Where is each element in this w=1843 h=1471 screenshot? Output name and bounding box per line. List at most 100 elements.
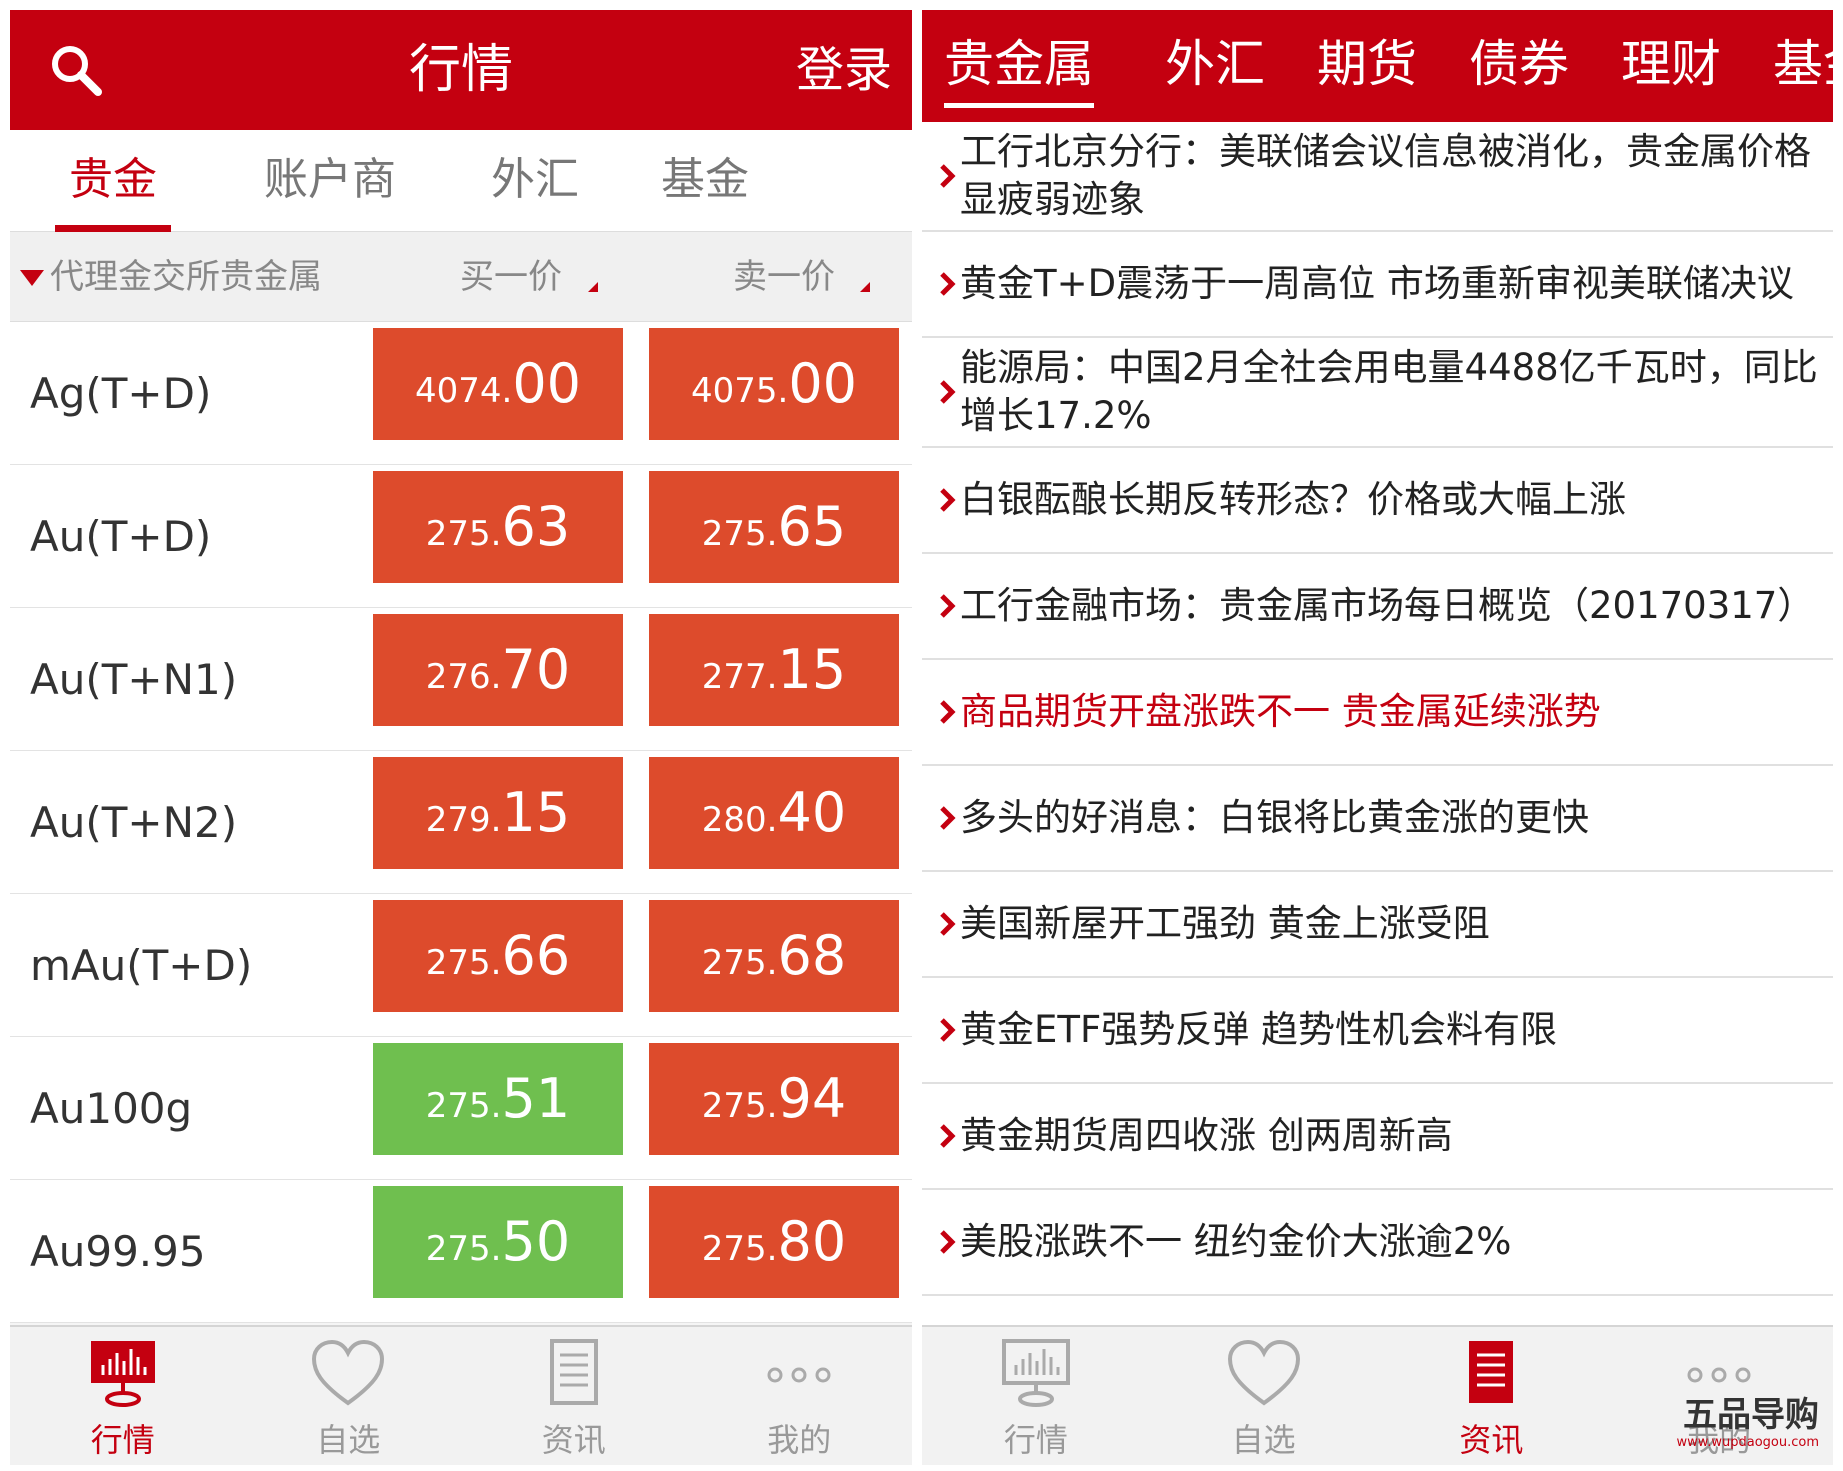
list-item[interactable]: 白银酝酿长期反转形态？价格或大幅上涨 [922, 448, 1833, 554]
buy-price[interactable]: 279.15 [373, 757, 623, 869]
tab-precious-metals[interactable]: 贵金属 [55, 130, 171, 305]
page-title: 行情 [408, 40, 513, 100]
buy-price[interactable]: 275.50 [373, 1186, 623, 1298]
quote-list: Ag(T+D) 4074.00 4075.00 Au(T+D) 275.63 2… [10, 322, 912, 1323]
sort-icon[interactable] [588, 282, 598, 292]
table-row[interactable]: Ag(T+D) 4074.00 4075.00 [10, 322, 912, 465]
chevron-right-icon [940, 488, 956, 512]
list-item[interactable]: 黄金T+D震荡于一周高位 市场重新审视美联储决议 [922, 232, 1833, 338]
news-title: 黄金期货周四收涨 创两周新高 [960, 1114, 1453, 1157]
list-item[interactable]: 商品期货开盘涨跌不一 贵金属延续涨势 [922, 660, 1833, 766]
sell-price[interactable]: 4075.00 [649, 328, 899, 440]
tabbar-market[interactable]: 行情 [922, 1327, 1150, 1465]
tabbar-market[interactable]: 行情 [10, 1327, 236, 1465]
tabbar-favorites[interactable]: 自选 [236, 1327, 462, 1465]
heart-icon [312, 1339, 385, 1406]
tabbar-label: 行情 [1003, 1421, 1068, 1459]
buy-price-header[interactable]: 买一价 [460, 232, 562, 322]
tabbar-favorites[interactable]: 自选 [1150, 1327, 1378, 1465]
login-button[interactable]: 登录 [796, 10, 892, 130]
table-row[interactable]: Au100g 275.51 275.94 [10, 1037, 912, 1180]
tab-bonds[interactable]: 债券 [1469, 10, 1569, 122]
instrument-name: Au100g [30, 1084, 193, 1133]
chevron-right-icon [940, 272, 956, 296]
chevron-right-icon [940, 806, 956, 830]
sell-price[interactable]: 275.65 [649, 471, 899, 583]
table-row[interactable]: Au(T+N2) 279.15 280.40 [10, 751, 912, 894]
news-title: 多头的好消息：白银将比黄金涨的更快 [960, 796, 1589, 839]
market-screen: 行情 登录 贵金属 账户商品 外汇 基金 代理金交所贵金属 买一价 卖一价 Ag… [10, 10, 912, 1465]
news-title: 美股涨跌不一 纽约金价大涨逾2% [960, 1220, 1512, 1263]
tab-forex[interactable]: 外汇 [1165, 10, 1265, 122]
tabbar-label: 自选 [1231, 1421, 1296, 1459]
tabbar-news[interactable]: 资讯 [1378, 1327, 1606, 1465]
tabbar-news[interactable]: 资讯 [461, 1327, 687, 1465]
table-row[interactable]: mAu(T+D) 275.66 275.68 [10, 894, 912, 1037]
list-item[interactable]: 能源局：中国2月全社会用电量4488亿千瓦时，同比增长17.2% [922, 338, 1833, 448]
watermark-text: 五品导购 [1683, 1395, 1819, 1435]
tab-fund[interactable]: 基金 [655, 130, 755, 232]
watermark-url: www.wupdaogou.com [1676, 1435, 1819, 1450]
heart-icon [1227, 1339, 1300, 1406]
chevron-right-icon [940, 380, 956, 404]
tab-wealth[interactable]: 理财 [1621, 10, 1721, 122]
sell-price[interactable]: 275.80 [649, 1186, 899, 1298]
tab-forex[interactable]: 外汇 [485, 130, 585, 232]
news-title: 商品期货开盘涨跌不一 贵金属延续涨势 [960, 690, 1601, 733]
chevron-right-icon [940, 1230, 956, 1254]
table-row[interactable]: Au99.95 275.50 275.80 [10, 1180, 912, 1323]
news-title: 工行金融市场：贵金属市场每日概览（20170317） [960, 584, 1815, 627]
list-item[interactable]: 美股涨跌不一 纽约金价大涨逾2% [922, 1190, 1833, 1296]
document-icon [549, 1339, 598, 1405]
news-title: 能源局：中国2月全社会用电量4488亿千瓦时，同比增长17.2% [960, 346, 1818, 437]
sell-price[interactable]: 280.40 [649, 757, 899, 869]
tabbar-label: 行情 [90, 1421, 155, 1459]
news-title: 工行北京分行：美联储会议信息被消化，贵金属价格显疲弱迹象 [960, 130, 1811, 221]
tabbar-label: 资讯 [1459, 1421, 1524, 1459]
news-title: 白银酝酿长期反转形态？价格或大幅上涨 [960, 478, 1626, 521]
more-dots-icon [767, 1367, 831, 1383]
table-row[interactable]: Au(T+N1) 276.70 277.15 [10, 608, 912, 751]
tabbar-label: 资讯 [541, 1421, 606, 1459]
list-item[interactable]: 工行金融市场：贵金属市场每日概览（20170317） [922, 554, 1833, 660]
instrument-name: Au99.95 [30, 1227, 206, 1276]
chevron-right-icon [940, 1018, 956, 1042]
list-item[interactable]: 黄金期货周四收涨 创两周新高 [922, 1084, 1833, 1190]
app-header: 行情 登录 [10, 10, 912, 130]
collapse-caret-icon[interactable] [20, 270, 44, 286]
buy-price[interactable]: 275.51 [373, 1043, 623, 1155]
list-item[interactable]: 多头的好消息：白银将比黄金涨的更快 [922, 766, 1833, 872]
chart-monitor-icon [1001, 1339, 1070, 1407]
sell-price[interactable]: 277.15 [649, 614, 899, 726]
buy-price[interactable]: 276.70 [373, 614, 623, 726]
tab-futures[interactable]: 期货 [1317, 10, 1417, 122]
group-title[interactable]: 代理金交所贵金属 [50, 232, 322, 322]
news-title: 美国新屋开工强劲 黄金上涨受阻 [960, 902, 1490, 945]
news-screen: 贵金属 外汇 期货 债券 理财 基金 工行北京分行：美联储会议信息被消化，贵金属… [922, 10, 1833, 1465]
sell-price-header[interactable]: 卖一价 [733, 232, 835, 322]
chevron-right-icon [940, 912, 956, 936]
sell-price[interactable]: 275.94 [649, 1043, 899, 1155]
instrument-name: Au(T+N1) [30, 655, 238, 704]
sort-icon[interactable] [860, 282, 870, 292]
list-item[interactable]: 美国新屋开工强劲 黄金上涨受阻 [922, 872, 1833, 978]
instrument-name: Au(T+N2) [30, 798, 238, 847]
table-row[interactable]: Au(T+D) 275.63 275.65 [10, 465, 912, 608]
buy-price[interactable]: 275.63 [373, 471, 623, 583]
tabbar-mine[interactable]: 我的 [687, 1327, 913, 1465]
bottom-tab-bar: 行情 自选 资讯 我的 五品导购 www.wupdaogou.com [922, 1325, 1833, 1465]
news-title: 黄金ETF强势反弹 趋势性机会料有限 [960, 1008, 1558, 1051]
buy-price[interactable]: 275.66 [373, 900, 623, 1012]
buy-price[interactable]: 4074.00 [373, 328, 623, 440]
list-item[interactable]: 黄金ETF强势反弹 趋势性机会料有限 [922, 978, 1833, 1084]
tab-precious-metals[interactable]: 贵金属 [944, 10, 1094, 122]
instrument-name: Ag(T+D) [30, 369, 212, 418]
chevron-right-icon [940, 164, 956, 188]
list-item[interactable]: 工行北京分行：美联储会议信息被消化，贵金属价格显疲弱迹象 [922, 122, 1833, 232]
news-title: 黄金T+D震荡于一周高位 市场重新审视美联储决议 [960, 262, 1794, 305]
instrument-name: Au(T+D) [30, 512, 212, 561]
tab-account-commodities[interactable]: 账户商品 [250, 130, 410, 305]
tab-fund[interactable]: 基金 [1773, 10, 1833, 122]
document-icon [1469, 1341, 1514, 1403]
sell-price[interactable]: 275.68 [649, 900, 899, 1012]
